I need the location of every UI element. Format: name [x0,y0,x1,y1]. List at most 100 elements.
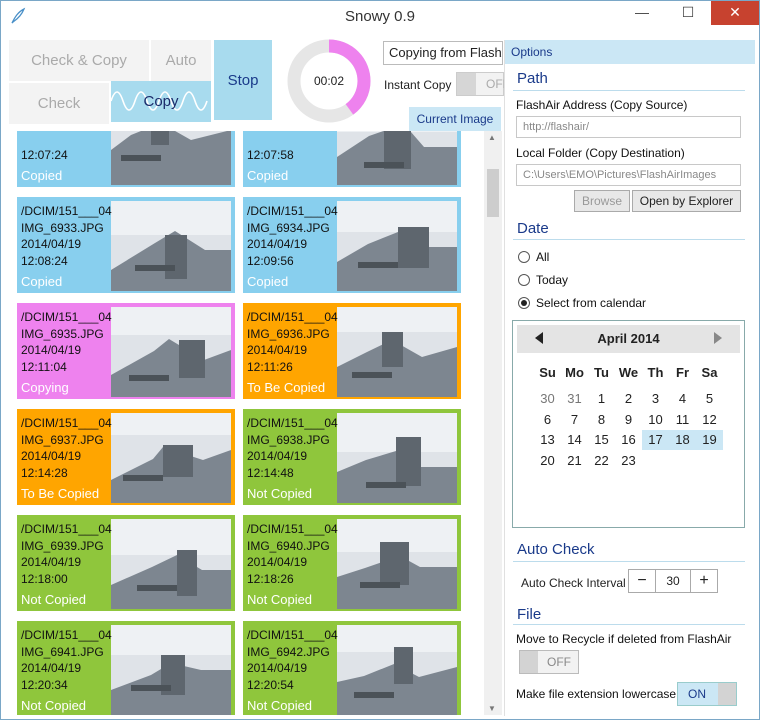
radio-calendar[interactable] [518,297,530,309]
calendar-day[interactable]: 21 [561,451,588,471]
image-card[interactable]: /DCIM/151___04 IMG_6936.JPG 2014/04/19 12:1… [243,303,461,399]
calendar-day[interactable]: 11 [669,410,696,430]
calendar-day[interactable]: 17 [642,430,669,450]
image-time: 12:14:48 [247,465,294,480]
calendar-day[interactable]: 15 [588,430,615,450]
image-card[interactable]: 12:07:24 Copied [17,131,235,187]
calendar-month[interactable]: April 2014 [517,331,740,346]
radio-today[interactable] [518,274,530,286]
image-list[interactable]: 12:07:24 Copied 12:07:58 Copied/DCIM/151___… [9,131,483,715]
local-folder-input[interactable]: C:\Users\EMO\Pictures\FlashAirImages [516,164,741,186]
close-button[interactable]: ✕ [711,1,759,25]
calendar-day[interactable]: 9 [615,410,642,430]
flashair-address-input[interactable]: http://flashair/ [516,116,741,138]
decrement-button[interactable]: − [629,570,656,592]
image-card[interactable]: /DCIM/151___04 IMG_6934.JPG 2014/04/19 12:0… [243,197,461,293]
copy-button[interactable]: Copy [111,81,211,122]
image-status: Copied [21,274,63,289]
image-thumbnail [337,625,457,715]
instant-copy-toggle[interactable]: OFF [456,72,510,96]
scroll-down-icon[interactable]: ▼ [488,704,496,713]
status-field: Copying from FlashAir [383,41,503,65]
image-time: 12:20:54 [247,677,294,692]
image-meta: /DCIM/151___04 IMG_6935.JPG 2014/04/19 12:1… [21,309,112,375]
image-meta: /DCIM/151___04 IMG_6938.JPG 2014/04/19 12:1… [247,415,338,481]
image-date: 2014/04/19 [21,343,82,357]
calendar-day[interactable]: 7 [561,410,588,430]
calendar-weekday: Fr [676,365,689,380]
auto-check-section-title: Auto Check [517,541,595,558]
list-scrollbar[interactable]: ▲ ▼ [484,131,502,715]
image-card[interactable]: 12:07:58 Copied [243,131,461,187]
image-time: 12:11:26 [247,359,293,374]
calendar-day[interactable]: 14 [561,430,588,450]
options-header: Options [505,40,755,64]
date-calendar[interactable]: April 2014 Su Mo Tu We Th Fr Sa 30 31 1 2 3 4 5 6 7 8 9 10… [512,320,745,528]
image-time: 12:14:28 [21,465,68,480]
image-card[interactable]: /DCIM/151___04 IMG_6940.JPG 2014/04/19 12:1… [243,515,461,611]
image-dir: /DCIM/151___04 [247,204,338,218]
image-meta: /DCIM/151___04 IMG_6940.JPG 2014/04/19 12:1… [247,521,338,587]
radio-all[interactable] [518,251,530,263]
check-button[interactable]: Check [9,83,109,124]
current-image-tab[interactable]: Current Image [409,107,501,131]
auto-button[interactable]: Auto [151,40,211,81]
maximize-button[interactable]: ☐ [665,1,711,25]
stop-button[interactable]: Stop [214,40,272,120]
image-meta: 12:07:58 [247,147,294,164]
scroll-thumb[interactable] [487,169,499,217]
image-dir: /DCIM/151___04 [21,628,112,642]
recycle-toggle[interactable]: OFF [519,650,579,674]
calendar-day[interactable]: 31 [561,389,588,409]
image-card[interactable]: /DCIM/151___04 IMG_6941.JPG 2014/04/19 12:2… [17,621,235,715]
image-dir: /DCIM/151___04 [247,628,338,642]
image-date: 2014/04/19 [247,661,308,675]
image-card[interactable]: /DCIM/151___04 IMG_6933.JPG 2014/04/19 12:0… [17,197,235,293]
radio-today-label: Today [536,273,569,287]
calendar-header: April 2014 [517,325,740,353]
image-card[interactable]: /DCIM/151___04 IMG_6935.JPG 2014/04/19 12:1… [17,303,235,399]
lowercase-label: Make file extension lowercase [516,687,677,701]
interval-value[interactable]: 30 [656,570,690,592]
image-dir: /DCIM/151___04 [247,522,338,536]
image-card[interactable]: /DCIM/151___04 IMG_6938.JPG 2014/04/19 12:1… [243,409,461,505]
image-file: IMG_6934.JPG [247,220,330,235]
image-status: Not Copied [247,698,313,713]
calendar-day[interactable]: 23 [615,451,642,471]
calendar-day[interactable]: 1 [588,389,615,409]
minimize-button[interactable]: — [619,1,665,25]
image-status: Copied [247,274,289,289]
calendar-weekday: Sa [701,365,718,380]
calendar-day[interactable]: 18 [669,430,696,450]
calendar-day[interactable]: 16 [615,430,642,450]
calendar-day[interactable]: 4 [669,389,696,409]
check-copy-button[interactable]: Check & Copy [9,40,149,81]
open-explorer-button[interactable]: Open by Explorer [632,190,741,212]
image-card[interactable]: /DCIM/151___04 IMG_6942.JPG 2014/04/19 12:2… [243,621,461,715]
scroll-up-icon[interactable]: ▲ [488,133,496,142]
calendar-day[interactable]: 22 [588,451,615,471]
calendar-day[interactable]: 12 [696,410,723,430]
calendar-day[interactable]: 20 [534,451,561,471]
calendar-day[interactable]: 8 [588,410,615,430]
calendar-day[interactable]: 13 [534,430,561,450]
calendar-day[interactable]: 19 [696,430,723,450]
image-thumbnail [337,131,457,185]
image-card[interactable]: /DCIM/151___04 IMG_6939.JPG 2014/04/19 12:1… [17,515,235,611]
image-thumbnail [111,307,231,397]
calendar-weekday: Su [539,365,556,380]
calendar-day[interactable]: 30 [534,389,561,409]
calendar-day[interactable]: 10 [642,410,669,430]
calendar-day[interactable]: 3 [642,389,669,409]
image-card[interactable]: /DCIM/151___04 IMG_6937.JPG 2014/04/19 12:1… [17,409,235,505]
calendar-day[interactable]: 6 [534,410,561,430]
calendar-day[interactable]: 2 [615,389,642,409]
browse-button[interactable]: Browse [574,190,630,212]
image-time: 12:20:34 [21,677,68,692]
calendar-day[interactable]: 5 [696,389,723,409]
image-dir: /DCIM/151___04 [247,416,338,430]
calendar-next-icon[interactable] [714,332,722,344]
lowercase-toggle[interactable]: ON [677,682,737,706]
increment-button[interactable]: + [690,570,717,592]
image-thumbnail [111,413,231,503]
